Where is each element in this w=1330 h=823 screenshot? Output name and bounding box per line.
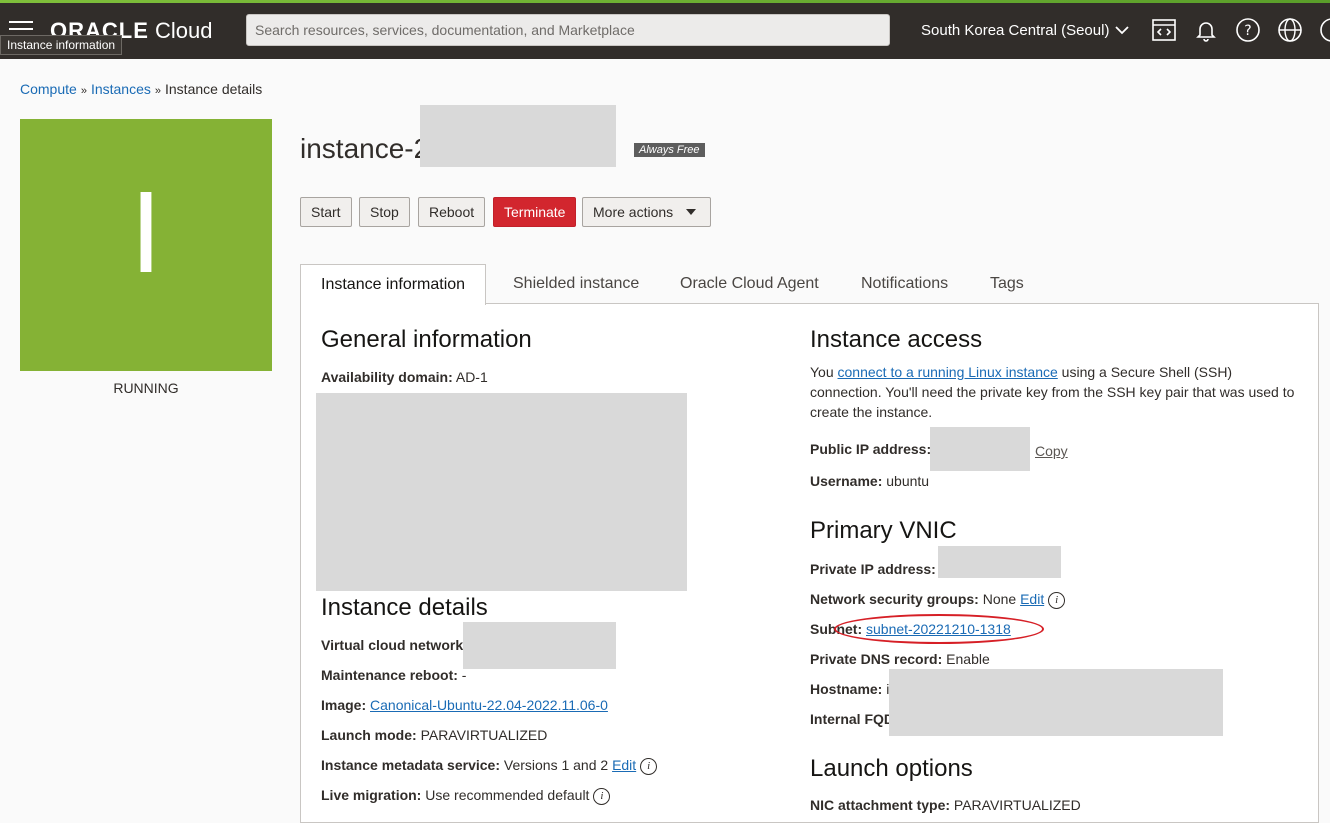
metadata-service-row: Instance metadata service: Versions 1 an… — [321, 757, 658, 775]
availability-domain-row: Availability domain: AD-1 — [321, 369, 488, 385]
always-free-badge: Always Free — [634, 143, 705, 157]
bell-icon[interactable] — [1192, 16, 1220, 44]
page-title: instance-2 — [300, 133, 430, 164]
username-row: Username: ubuntu — [810, 473, 930, 489]
redacted-block — [463, 622, 616, 669]
region-selector[interactable]: South Korea Central (Seoul) — [921, 22, 1130, 39]
caret-down-icon — [686, 209, 696, 215]
more-actions-button[interactable]: More actions — [582, 197, 711, 227]
brand-accent-stripe — [0, 0, 1330, 3]
redacted-block — [316, 393, 687, 591]
instance-avatar: I — [20, 119, 272, 371]
tab-instance-information[interactable]: Instance information — [300, 264, 487, 305]
launch-mode-row: Launch mode: PARAVIRTUALIZED — [321, 727, 548, 743]
redacted-block — [930, 427, 1030, 471]
tab-notifications[interactable]: Notifications — [861, 264, 948, 304]
help-icon[interactable]: ? — [1234, 16, 1262, 44]
tab-shielded-instance[interactable]: Shielded instance — [513, 264, 639, 304]
chevron-down-icon — [1115, 22, 1130, 39]
image-row: Image: Canonical-Ubuntu-22.04-2022.11.06… — [321, 697, 608, 713]
live-migration-row: Live migration: Use recommended default i — [321, 787, 611, 805]
start-button[interactable]: Start — [300, 197, 352, 227]
private-dns-row: Private DNS record: Enable — [810, 651, 990, 667]
info-icon[interactable]: i — [593, 787, 611, 805]
stop-button[interactable]: Stop — [359, 197, 410, 227]
maintenance-reboot-row: Maintenance reboot: - — [321, 667, 467, 683]
globe-icon[interactable] — [1276, 16, 1304, 44]
profile-icon[interactable] — [1318, 16, 1330, 44]
network-security-groups-row: Network security groups: None Edit i — [810, 591, 1066, 609]
tab-oracle-cloud-agent[interactable]: Oracle Cloud Agent — [680, 264, 819, 304]
terminate-button[interactable]: Terminate — [493, 197, 577, 227]
redacted-block — [420, 105, 616, 167]
highlight-ellipse — [834, 614, 1044, 644]
reboot-button[interactable]: Reboot — [418, 197, 486, 227]
redacted-block — [889, 669, 1223, 736]
svg-text:?: ? — [1244, 23, 1251, 39]
nsg-edit-link[interactable]: Edit — [1020, 591, 1044, 607]
metadata-edit-link[interactable]: Edit — [612, 757, 636, 773]
tab-tags[interactable]: Tags — [990, 264, 1024, 304]
breadcrumb-compute[interactable]: Compute — [20, 81, 77, 97]
instance-details-heading: Instance details — [321, 594, 488, 621]
launch-options-heading: Launch options — [810, 755, 973, 782]
redacted-block — [938, 546, 1061, 578]
general-information-heading: General information — [321, 326, 532, 353]
instance-state: RUNNING — [113, 380, 179, 396]
connect-instance-link[interactable]: connect to a running Linux instance — [838, 364, 1058, 380]
top-bar: ORACLE Cloud Instance information South … — [0, 0, 1330, 59]
code-editor-icon[interactable] — [1150, 16, 1178, 44]
nic-attachment-row: NIC attachment type: PARAVIRTUALIZED — [810, 797, 1081, 813]
copy-link[interactable]: Copy — [1035, 443, 1068, 459]
instance-access-heading: Instance access — [810, 326, 983, 353]
breadcrumb: Compute» Instances» Instance details — [20, 81, 263, 97]
tooltip: Instance information — [0, 35, 123, 55]
image-link[interactable]: Canonical-Ubuntu-22.04-2022.11.06-0 — [370, 697, 608, 713]
search-input[interactable] — [246, 14, 890, 46]
breadcrumb-instances[interactable]: Instances — [91, 81, 151, 97]
public-ip-row: Public IP address: — [810, 441, 932, 457]
primary-vnic-heading: Primary VNIC — [810, 517, 957, 544]
private-ip-row: Private IP address: — [810, 561, 936, 577]
vcn-row: Virtual cloud network — [321, 637, 464, 653]
info-icon[interactable]: i — [640, 757, 658, 775]
internal-fqdn-row: Internal FQD — [810, 711, 895, 727]
instance-access-description: You connect to a running Linux instance … — [810, 364, 1295, 420]
breadcrumb-current: Instance details — [165, 81, 263, 97]
info-icon[interactable]: i — [1048, 591, 1066, 609]
hostname-row: Hostname: i — [810, 681, 890, 697]
